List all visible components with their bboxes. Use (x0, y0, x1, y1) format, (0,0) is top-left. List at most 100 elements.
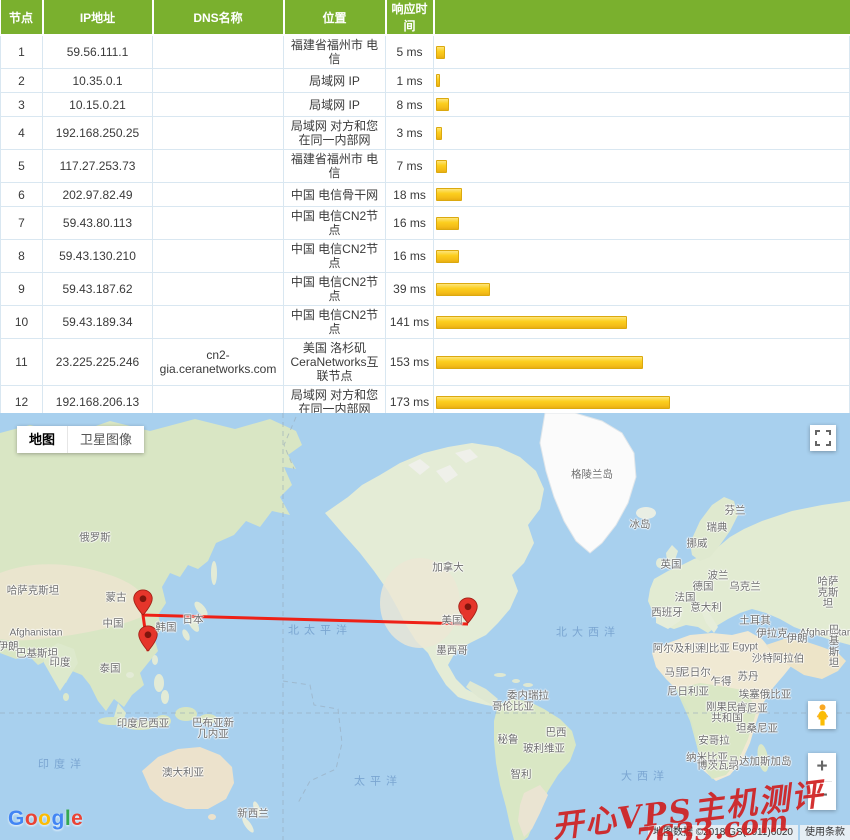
node-cell: 10 (0, 305, 43, 339)
time-cell: 16 ms (385, 239, 434, 273)
bar-cell (433, 34, 850, 69)
map-pin[interactable] (138, 625, 158, 652)
table-header-row: 节点 IP地址 DNS名称 位置 响应时间 (0, 0, 850, 36)
table-row: 9 59.43.187.62 中国 电信CN2节点 39 ms (0, 272, 850, 306)
fullscreen-button[interactable] (810, 425, 836, 451)
time-cell: 1 ms (385, 68, 434, 93)
bar-cell (433, 272, 850, 306)
ip-cell: 59.43.189.34 (42, 305, 153, 339)
node-cell: 3 (0, 92, 43, 117)
location-cell: 局域网 IP (283, 68, 386, 93)
ip-cell: 59.43.80.113 (42, 206, 153, 240)
node-cell: 4 (0, 116, 43, 150)
zoom-control: + − (808, 753, 836, 810)
time-cell: 141 ms (385, 305, 434, 339)
location-cell: 局域网 对方和您在同一内部网 (283, 116, 386, 150)
location-cell: 中国 电信CN2节点 (283, 305, 386, 339)
location-cell: 福建省福州市 电信 (283, 149, 386, 183)
table-row: 11 23.225.225.246 cn2-gia.ceranetworks.com… (0, 338, 850, 386)
dns-cell (152, 34, 284, 69)
fullscreen-icon (815, 430, 831, 446)
route-layer (133, 589, 478, 652)
dns-cell (152, 149, 284, 183)
time-cell: 5 ms (385, 34, 434, 69)
node-cell: 5 (0, 149, 43, 183)
location-cell: 中国 电信CN2节点 (283, 239, 386, 273)
response-bar (436, 188, 462, 201)
bar-cell (433, 182, 850, 207)
ip-cell: 23.225.225.246 (42, 338, 153, 386)
response-bar (436, 249, 459, 263)
map-pin[interactable] (133, 589, 153, 616)
time-cell: 7 ms (385, 149, 434, 183)
col-header-bar (432, 0, 850, 36)
response-bar (436, 45, 445, 59)
ip-cell: 202.97.82.49 (42, 182, 153, 207)
col-header-time: 响应时间 (384, 0, 434, 36)
response-bar (436, 216, 459, 230)
pegman-button[interactable] (808, 701, 836, 729)
google-logo[interactable]: Google (8, 807, 83, 831)
table-row: 7 59.43.80.113 中国 电信CN2节点 16 ms (0, 206, 850, 240)
location-cell: 局域网 IP (283, 92, 386, 117)
time-cell: 18 ms (385, 182, 434, 207)
ip-cell: 117.27.253.73 (42, 149, 153, 183)
zoom-in-button[interactable]: + (808, 753, 836, 781)
table-row: 5 117.27.253.73 福建省福州市 电信 7 ms (0, 149, 850, 183)
bar-cell (433, 305, 850, 339)
time-cell: 3 ms (385, 116, 434, 150)
dns-cell (152, 92, 284, 117)
ip-cell: 59.56.111.1 (42, 34, 153, 69)
bar-cell (433, 149, 850, 183)
ip-cell: 59.43.187.62 (42, 272, 153, 306)
response-bar (436, 126, 442, 140)
time-cell: 16 ms (385, 206, 434, 240)
table-row: 2 10.35.0.1 局域网 IP 1 ms (0, 68, 850, 93)
bar-cell (433, 206, 850, 240)
location-cell: 福建省福州市 电信 (283, 34, 386, 69)
bar-cell (433, 92, 850, 117)
zoom-out-button[interactable]: − (808, 782, 836, 810)
bar-cell (433, 116, 850, 150)
map-type-map-button[interactable]: 地图 (17, 426, 67, 453)
dns-cell (152, 182, 284, 207)
map-canvas[interactable]: 俄罗斯 哈萨克斯坦 蒙古 中国 日本 韩国 泰国 印度 Afghanistan 伊朗 巴基斯坦 印度尼… (0, 413, 850, 840)
map-pin[interactable] (458, 597, 478, 624)
time-cell: 153 ms (385, 338, 434, 386)
table-row: 3 10.15.0.21 局域网 IP 8 ms (0, 92, 850, 117)
ip-cell: 192.168.250.25 (42, 116, 153, 150)
dns-cell (152, 272, 284, 306)
col-header-location: 位置 (282, 0, 386, 36)
node-cell: 7 (0, 206, 43, 240)
bar-cell (433, 239, 850, 273)
pegman-icon (816, 704, 828, 726)
node-cell: 6 (0, 182, 43, 207)
node-cell: 1 (0, 34, 43, 69)
dns-cell (152, 206, 284, 240)
response-bar (436, 355, 643, 369)
location-cell: 中国 电信骨干网 (283, 182, 386, 207)
table-row: 4 192.168.250.25 局域网 对方和您在同一内部网 3 ms (0, 116, 850, 150)
response-bar (436, 74, 440, 87)
dns-cell (152, 305, 284, 339)
response-bar (436, 159, 447, 173)
ip-cell: 10.35.0.1 (42, 68, 153, 93)
dns-cell (152, 116, 284, 150)
map-type-satellite-button[interactable]: 卫星图像 (67, 426, 144, 453)
map-type-control: 地图 卫星图像 (17, 426, 145, 453)
dns-cell (152, 239, 284, 273)
time-cell: 39 ms (385, 272, 434, 306)
col-header-ip: IP地址 (41, 0, 153, 36)
bar-cell (433, 68, 850, 93)
node-cell: 2 (0, 68, 43, 93)
response-bar (436, 98, 449, 111)
location-cell: 美国 洛杉矶CeraNetworks互联节点 (283, 338, 386, 386)
bar-cell (433, 338, 850, 386)
node-cell: 8 (0, 239, 43, 273)
terms-link[interactable]: 使用条款 (800, 825, 850, 840)
table-row: 10 59.43.189.34 中国 电信CN2节点 141 ms (0, 305, 850, 339)
col-header-node: 节点 (0, 0, 43, 36)
table-row: 8 59.43.130.210 中国 电信CN2节点 16 ms (0, 239, 850, 273)
response-bar (436, 282, 490, 296)
node-cell: 9 (0, 272, 43, 306)
